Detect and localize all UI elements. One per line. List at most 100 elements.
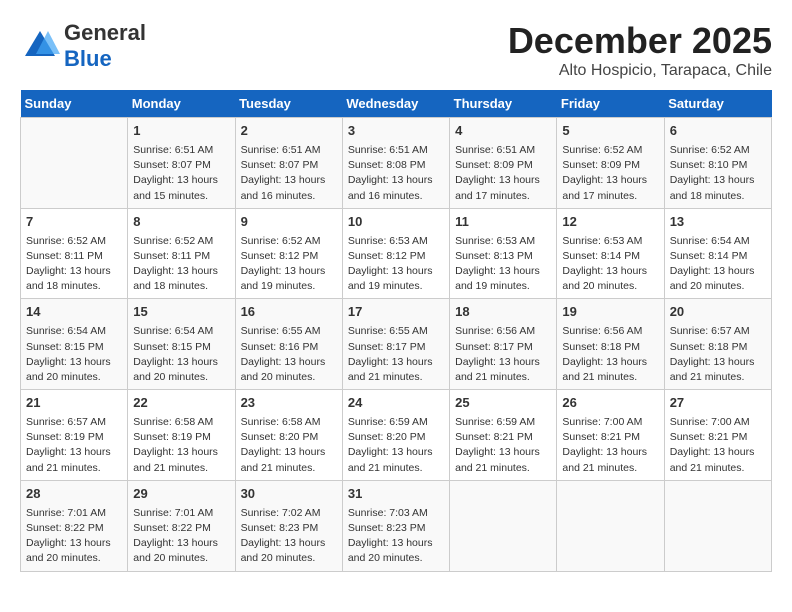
day-info: Sunrise: 6:54 AM Sunset: 8:14 PM Dayligh… [670,234,766,295]
logo: General Blue [20,20,146,72]
day-number: 4 [455,122,551,141]
day-number: 31 [348,485,444,504]
day-info: Sunrise: 7:02 AM Sunset: 8:23 PM Dayligh… [241,506,337,567]
day-info: Sunrise: 6:52 AM Sunset: 8:11 PM Dayligh… [26,234,122,295]
day-info: Sunrise: 6:57 AM Sunset: 8:18 PM Dayligh… [670,324,766,385]
day-cell: 25 Sunrise: 6:59 AM Sunset: 8:21 PM Dayli… [450,390,557,481]
day-info: Sunrise: 6:52 AM Sunset: 8:09 PM Dayligh… [562,143,658,204]
day-number: 9 [241,213,337,232]
day-number: 14 [26,303,122,322]
day-info: Sunrise: 6:53 AM Sunset: 8:14 PM Dayligh… [562,234,658,295]
day-cell: 22 Sunrise: 6:58 AM Sunset: 8:19 PM Dayli… [128,390,235,481]
week-row-5: 28 Sunrise: 7:01 AM Sunset: 8:22 PM Dayli… [21,480,772,571]
day-cell: 23Sunrise: 6:58 AM Sunset: 8:20 PM Dayli… [235,390,342,481]
weekday-sunday: Sunday [21,90,128,118]
day-cell: 5 Sunrise: 6:52 AM Sunset: 8:09 PM Daylig… [557,118,664,209]
day-number: 16 [241,303,337,322]
weekday-monday: Monday [128,90,235,118]
day-number: 27 [670,394,766,413]
day-info: Sunrise: 6:52 AM Sunset: 8:10 PM Dayligh… [670,143,766,204]
day-number: 19 [562,303,658,322]
day-cell: 31 Sunrise: 7:03 AM Sunset: 8:23 PM Dayli… [342,480,449,571]
day-number: 11 [455,213,551,232]
day-cell: 30 Sunrise: 7:02 AM Sunset: 8:23 PM Dayli… [235,480,342,571]
logo-general-text: General [64,20,146,45]
day-info: Sunrise: 6:55 AM Sunset: 8:17 PM Dayligh… [348,324,444,385]
day-info: Sunrise: 7:01 AM Sunset: 8:22 PM Dayligh… [26,506,122,567]
week-row-2: 7Sunrise: 6:52 AM Sunset: 8:11 PM Daylig… [21,208,772,299]
day-cell: 18Sunrise: 6:56 AM Sunset: 8:17 PM Dayli… [450,299,557,390]
weekday-friday: Friday [557,90,664,118]
location: Alto Hospicio, Tarapaca, Chile [508,62,772,80]
day-cell [664,480,771,571]
day-cell: 14 Sunrise: 6:54 AM Sunset: 8:15 PM Dayli… [21,299,128,390]
day-info: Sunrise: 7:03 AM Sunset: 8:23 PM Dayligh… [348,506,444,567]
day-info: Sunrise: 7:00 AM Sunset: 8:21 PM Dayligh… [670,415,766,476]
page-header: General Blue December 2025 Alto Hospicio… [20,20,772,80]
day-cell: 12 Sunrise: 6:53 AM Sunset: 8:14 PM Dayli… [557,208,664,299]
day-cell: 29 Sunrise: 7:01 AM Sunset: 8:22 PM Dayli… [128,480,235,571]
day-info: Sunrise: 6:59 AM Sunset: 8:20 PM Dayligh… [348,415,444,476]
day-info: Sunrise: 6:54 AM Sunset: 8:15 PM Dayligh… [26,324,122,385]
day-info: Sunrise: 6:52 AM Sunset: 8:11 PM Dayligh… [133,234,229,295]
day-cell: 24Sunrise: 6:59 AM Sunset: 8:20 PM Dayli… [342,390,449,481]
day-cell: 21 Sunrise: 6:57 AM Sunset: 8:19 PM Dayli… [21,390,128,481]
weekday-wednesday: Wednesday [342,90,449,118]
day-number: 23 [241,394,337,413]
day-number: 12 [562,213,658,232]
day-cell: 3Sunrise: 6:51 AM Sunset: 8:08 PM Daylig… [342,118,449,209]
day-info: Sunrise: 6:51 AM Sunset: 8:07 PM Dayligh… [133,143,229,204]
day-cell: 26 Sunrise: 7:00 AM Sunset: 8:21 PM Dayli… [557,390,664,481]
day-number: 1 [133,122,229,141]
day-number: 30 [241,485,337,504]
day-cell: 15 Sunrise: 6:54 AM Sunset: 8:15 PM Dayli… [128,299,235,390]
day-number: 29 [133,485,229,504]
day-cell: 11 Sunrise: 6:53 AM Sunset: 8:13 PM Dayli… [450,208,557,299]
day-cell: 7Sunrise: 6:52 AM Sunset: 8:11 PM Daylig… [21,208,128,299]
day-number: 20 [670,303,766,322]
day-number: 10 [348,213,444,232]
day-cell: 28 Sunrise: 7:01 AM Sunset: 8:22 PM Dayli… [21,480,128,571]
day-cell: 6 Sunrise: 6:52 AM Sunset: 8:10 PM Daylig… [664,118,771,209]
day-cell: 2Sunrise: 6:51 AM Sunset: 8:07 PM Daylig… [235,118,342,209]
day-cell: 16Sunrise: 6:55 AM Sunset: 8:16 PM Dayli… [235,299,342,390]
day-cell: 27 Sunrise: 7:00 AM Sunset: 8:21 PM Dayli… [664,390,771,481]
weekday-tuesday: Tuesday [235,90,342,118]
day-info: Sunrise: 7:00 AM Sunset: 8:21 PM Dayligh… [562,415,658,476]
day-cell [450,480,557,571]
weekday-saturday: Saturday [664,90,771,118]
month-title: December 2025 [508,20,772,62]
week-row-4: 21 Sunrise: 6:57 AM Sunset: 8:19 PM Dayli… [21,390,772,481]
calendar-table: SundayMondayTuesdayWednesdayThursdayFrid… [20,90,772,572]
day-info: Sunrise: 6:56 AM Sunset: 8:17 PM Dayligh… [455,324,551,385]
day-number: 6 [670,122,766,141]
day-number: 15 [133,303,229,322]
day-cell: 13Sunrise: 6:54 AM Sunset: 8:14 PM Dayli… [664,208,771,299]
day-cell: 10Sunrise: 6:53 AM Sunset: 8:12 PM Dayli… [342,208,449,299]
day-number: 22 [133,394,229,413]
day-info: Sunrise: 6:53 AM Sunset: 8:13 PM Dayligh… [455,234,551,295]
day-info: Sunrise: 6:57 AM Sunset: 8:19 PM Dayligh… [26,415,122,476]
day-number: 21 [26,394,122,413]
day-cell: 9 Sunrise: 6:52 AM Sunset: 8:12 PM Daylig… [235,208,342,299]
day-cell: 1 Sunrise: 6:51 AM Sunset: 8:07 PM Daylig… [128,118,235,209]
day-number: 25 [455,394,551,413]
day-cell: 17 Sunrise: 6:55 AM Sunset: 8:17 PM Dayli… [342,299,449,390]
day-cell: 20 Sunrise: 6:57 AM Sunset: 8:18 PM Dayli… [664,299,771,390]
day-info: Sunrise: 7:01 AM Sunset: 8:22 PM Dayligh… [133,506,229,567]
day-info: Sunrise: 6:51 AM Sunset: 8:07 PM Dayligh… [241,143,337,204]
day-cell: 4Sunrise: 6:51 AM Sunset: 8:09 PM Daylig… [450,118,557,209]
title-block: December 2025 Alto Hospicio, Tarapaca, C… [508,20,772,80]
week-row-1: 1 Sunrise: 6:51 AM Sunset: 8:07 PM Daylig… [21,118,772,209]
day-number: 5 [562,122,658,141]
day-info: Sunrise: 6:58 AM Sunset: 8:19 PM Dayligh… [133,415,229,476]
day-info: Sunrise: 6:59 AM Sunset: 8:21 PM Dayligh… [455,415,551,476]
weekday-header-row: SundayMondayTuesdayWednesdayThursdayFrid… [21,90,772,118]
day-info: Sunrise: 6:52 AM Sunset: 8:12 PM Dayligh… [241,234,337,295]
day-info: Sunrise: 6:54 AM Sunset: 8:15 PM Dayligh… [133,324,229,385]
day-info: Sunrise: 6:56 AM Sunset: 8:18 PM Dayligh… [562,324,658,385]
weekday-thursday: Thursday [450,90,557,118]
day-number: 28 [26,485,122,504]
day-number: 17 [348,303,444,322]
day-number: 26 [562,394,658,413]
